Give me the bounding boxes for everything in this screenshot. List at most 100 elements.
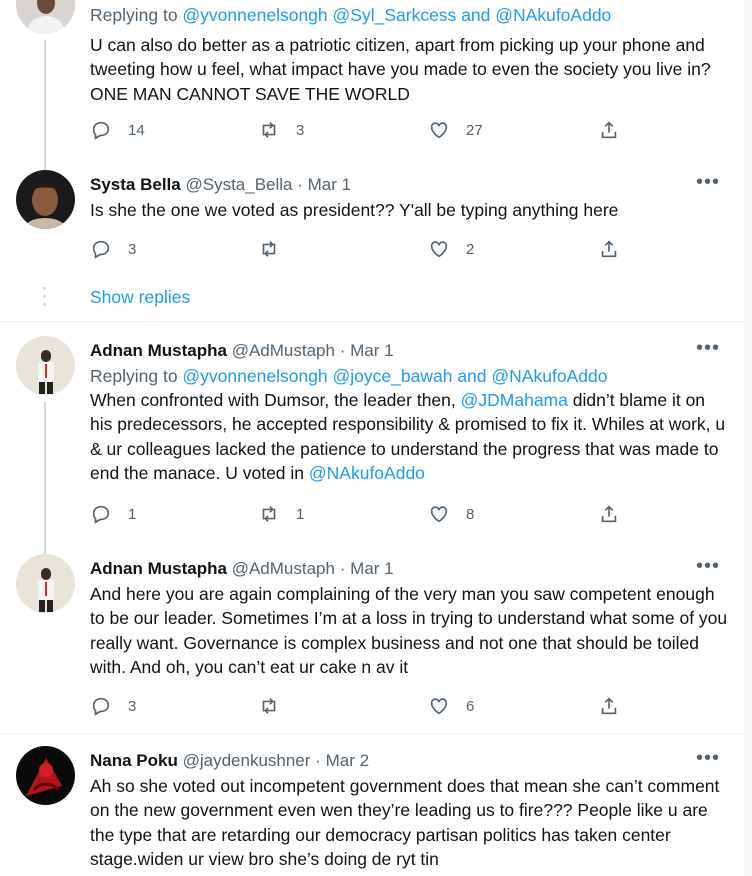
reply-count: 3 (128, 697, 137, 715)
more-options-icon[interactable]: ••• (696, 748, 720, 768)
tweet[interactable]: Replying to @yvonnenelsongh @Syl_Sarkces… (0, 0, 744, 170)
tweet-date[interactable]: Mar 1 (350, 559, 393, 578)
avatar[interactable] (16, 0, 75, 34)
avatar[interactable] (16, 170, 75, 229)
tweet[interactable]: Adnan Mustapha @AdMustaph · Mar 1 Replyi… (0, 336, 744, 562)
tweet-header: Adnan Mustapha @AdMustaph · Mar 1 (90, 556, 732, 582)
separator-dot: · (339, 559, 346, 578)
avatar[interactable] (16, 554, 75, 613)
share-icon (601, 121, 617, 139)
share-icon (601, 697, 617, 715)
more-options-icon[interactable]: ••• (696, 338, 720, 358)
avatar[interactable] (16, 336, 75, 395)
thread-line (44, 402, 46, 562)
reply-icon (92, 240, 110, 259)
like-button[interactable]: 6 (428, 693, 474, 719)
scrollbar[interactable] (744, 0, 752, 876)
mention-link[interactable]: @Syl_Sarkcess (333, 5, 457, 25)
divider (0, 321, 744, 322)
show-replies-link[interactable]: Show replies (90, 287, 190, 308)
separator-dot: · (339, 341, 346, 360)
reply-count: 3 (128, 240, 137, 258)
display-name[interactable]: Adnan Mustapha (90, 559, 227, 578)
tweet[interactable]: Nana Poku @jaydenkushner · Mar 2 Ah so s… (0, 746, 744, 876)
tweet-text: Ah so she voted out incompetent governme… (90, 776, 720, 870)
tweet-header: Nana Poku @jaydenkushner · Mar 2 (90, 748, 732, 774)
user-handle[interactable]: @AdMustaph (232, 341, 335, 360)
tweet-header: Systa Bella @Systa_Bella · Mar 1 (90, 172, 732, 198)
reply-count: 1 (128, 505, 137, 523)
mention-link[interactable]: @NAkufoAddo (495, 5, 611, 25)
retweet-count: 3 (296, 121, 305, 139)
retweet-button[interactable] (258, 693, 280, 719)
like-count: 6 (466, 697, 475, 715)
separator-dot: · (297, 175, 303, 194)
like-count: 2 (466, 240, 475, 258)
tweet-text: Is she the one we voted as president?? Y… (90, 200, 619, 220)
like-button[interactable]: 27 (428, 117, 483, 143)
tweet-text: U can also do better as a patriotic citi… (90, 35, 711, 104)
mention-link[interactable]: @joyce_bawah (333, 366, 453, 386)
display-name[interactable]: Systa Bella (90, 175, 181, 194)
retweet-icon (262, 122, 276, 138)
tweet-date[interactable]: Mar 2 (326, 751, 369, 770)
tweet[interactable]: Adnan Mustapha @AdMustaph · Mar 1 And he… (0, 554, 744, 724)
retweet-icon (262, 241, 276, 257)
divider (0, 733, 744, 734)
reply-button[interactable]: 1 (90, 501, 136, 527)
mention-link[interactable]: @yvonnenelsongh (182, 5, 327, 25)
thread-dots (43, 287, 47, 311)
heart-icon (430, 698, 448, 715)
heart-icon (430, 122, 448, 139)
retweet-button[interactable] (258, 236, 280, 262)
retweet-button[interactable]: 1 (258, 501, 304, 527)
reply-button[interactable]: 3 (90, 236, 136, 262)
user-handle[interactable]: @Systa_Bella (185, 175, 292, 194)
retweet-count: 1 (296, 505, 305, 523)
mention-link[interactable]: @yvonnenelsongh (182, 366, 327, 386)
share-button[interactable] (598, 501, 620, 527)
share-button[interactable] (598, 236, 620, 262)
tweet[interactable]: Systa Bella @Systa_Bella · Mar 1 Is she … (0, 170, 744, 280)
tweet-header: Adnan Mustapha @AdMustaph · Mar 1 (90, 338, 732, 364)
share-button[interactable] (598, 117, 620, 143)
tweet-text: When confronted with Dumsor, the leader … (90, 390, 726, 484)
like-count: 8 (466, 505, 475, 523)
tweet-date[interactable]: Mar 1 (308, 175, 351, 194)
retweet-icon (262, 506, 276, 522)
reply-button[interactable]: 14 (90, 117, 145, 143)
heart-icon (430, 506, 448, 523)
display-name[interactable]: Adnan Mustapha (90, 341, 227, 360)
heart-icon (430, 241, 448, 258)
retweet-button[interactable]: 3 (258, 117, 304, 143)
user-handle[interactable]: @AdMustaph (232, 559, 335, 578)
replying-to: Replying to @yvonnenelsongh @joyce_bawah… (90, 366, 608, 386)
more-options-icon[interactable]: ••• (696, 172, 720, 192)
share-button[interactable] (598, 693, 620, 719)
avatar[interactable] (16, 746, 75, 805)
like-button[interactable]: 8 (428, 501, 474, 527)
reply-icon (92, 697, 110, 716)
mention-link[interactable]: and (461, 5, 490, 25)
reply-icon (92, 505, 110, 524)
mention-link[interactable]: @NAkufoAddo (491, 366, 607, 386)
user-handle[interactable]: @jaydenkushner (183, 751, 311, 770)
like-button[interactable]: 2 (428, 236, 474, 262)
retweet-icon (262, 698, 276, 714)
mention-link[interactable]: @NAkufoAddo (309, 463, 425, 483)
replying-to: Replying to @yvonnenelsongh @Syl_Sarkces… (90, 5, 612, 25)
reply-count: 14 (128, 121, 145, 139)
separator-dot: · (315, 751, 321, 770)
thread-line (44, 40, 46, 170)
tweet-text: And here you are again complaining of th… (90, 584, 728, 678)
tweet-date[interactable]: Mar 1 (350, 341, 393, 360)
display-name[interactable]: Nana Poku (90, 751, 178, 770)
like-count: 27 (466, 121, 483, 139)
more-options-icon[interactable]: ••• (696, 556, 720, 576)
share-icon (601, 240, 617, 258)
reply-button[interactable]: 3 (90, 693, 136, 719)
mention-link[interactable]: and (457, 366, 486, 386)
mention-link[interactable]: @JDMahama (461, 390, 568, 410)
share-icon (601, 505, 617, 523)
reply-icon (92, 121, 110, 140)
